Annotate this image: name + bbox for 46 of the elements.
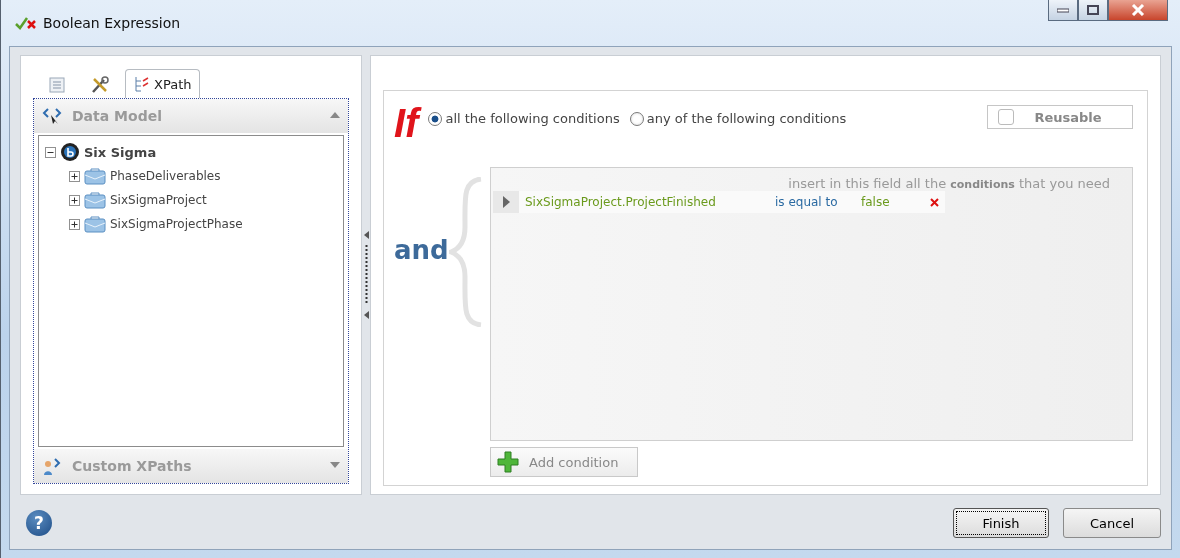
- condition-operator[interactable]: is equal to: [775, 195, 861, 209]
- expand-toggle-icon[interactable]: [69, 194, 80, 206]
- reusable-toggle[interactable]: Reusable: [987, 105, 1133, 129]
- minimize-icon: [1057, 7, 1069, 13]
- maximize-icon: [1087, 5, 1099, 15]
- expand-toggle-icon[interactable]: [69, 170, 80, 182]
- briefcase-icon: [84, 167, 106, 185]
- tree-item[interactable]: SixSigmaProjectPhase: [110, 217, 243, 231]
- maximize-button[interactable]: [1078, 0, 1108, 21]
- close-icon: [1131, 4, 1145, 16]
- condition-row[interactable]: SixSigmaProject.ProjectFinished is equal to false: [493, 191, 945, 213]
- tree-icon: [134, 75, 150, 93]
- data-model-icon: [42, 106, 64, 126]
- briefcase-icon: [84, 191, 106, 209]
- condition-field: SixSigmaProject.ProjectFinished: [525, 195, 775, 209]
- dialog-button[interactable]: Cancel: [1063, 508, 1161, 538]
- collapse-toggle-icon[interactable]: [45, 146, 56, 158]
- plus-icon: [497, 451, 519, 473]
- section-title: Data Model: [72, 108, 162, 124]
- model-icon: [60, 142, 80, 162]
- hint-text: insert in this field all the conditions that you need: [788, 176, 1110, 191]
- tree-item[interactable]: SixSigmaProject: [110, 193, 207, 207]
- briefcase-icon: [84, 215, 106, 233]
- tab[interactable]: XPath: [125, 69, 201, 98]
- collapse-arrow-icon: [330, 112, 340, 118]
- expand-arrow-icon[interactable]: [502, 196, 510, 208]
- tools-icon: [90, 76, 110, 94]
- dialog-button[interactable]: Finish: [953, 508, 1049, 538]
- brace-icon: [448, 177, 483, 327]
- app-icon: [15, 15, 37, 31]
- tab-label: XPath: [154, 76, 192, 92]
- tree-item[interactable]: PhaseDeliverables: [110, 169, 221, 183]
- document-icon: [48, 76, 66, 94]
- and-label: and: [394, 235, 449, 265]
- window-title: Boolean Expression: [43, 15, 181, 31]
- radio-option[interactable]: any of the following conditions: [629, 111, 847, 126]
- minimize-button[interactable]: [1048, 0, 1078, 21]
- radio-option[interactable]: all the following conditions: [428, 111, 620, 126]
- expand-toggle-icon[interactable]: [69, 218, 80, 230]
- help-icon[interactable]: ?: [26, 510, 52, 536]
- section-title: Custom XPaths: [72, 458, 192, 474]
- close-button[interactable]: [1108, 0, 1168, 21]
- splitter-handle[interactable]: [364, 245, 368, 305]
- tree-item[interactable]: Six Sigma: [84, 144, 157, 160]
- expand-arrow-icon: [330, 462, 340, 468]
- delete-icon[interactable]: [930, 197, 939, 207]
